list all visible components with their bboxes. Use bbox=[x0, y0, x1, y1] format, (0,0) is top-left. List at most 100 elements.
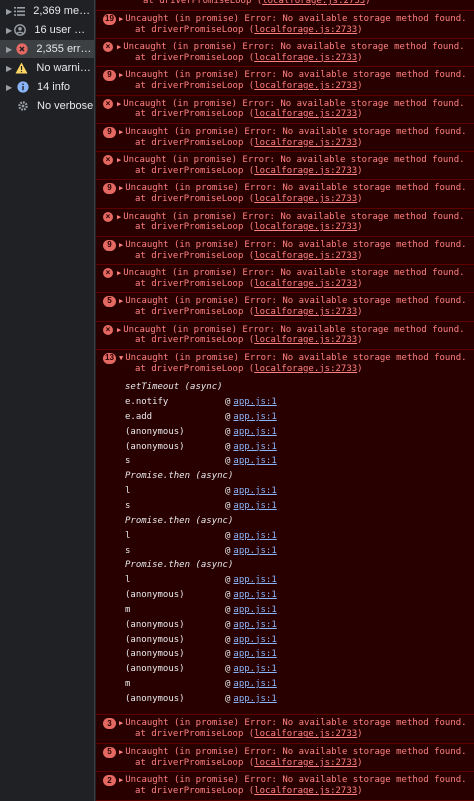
error-icon: × bbox=[103, 42, 113, 52]
frame-source-link[interactable]: app.js:1 bbox=[233, 442, 276, 453]
expand-triangle-icon[interactable]: ▶ bbox=[119, 747, 123, 758]
console-sidebar: ▶2,369 messa…▶16 user mes…▶2,355 errors▶… bbox=[0, 0, 95, 801]
expand-arrow-icon[interactable]: ▶ bbox=[6, 45, 16, 54]
function-name: s bbox=[125, 500, 131, 511]
frame-source-link[interactable]: app.js:1 bbox=[233, 456, 276, 467]
expand-triangle-icon[interactable]: ▶ bbox=[117, 325, 121, 336]
stack-frame: l @ app.js:1 bbox=[125, 573, 470, 588]
source-link[interactable]: localforage.js:2733 bbox=[254, 222, 357, 232]
stack-location-text: at driverPromiseLoop ( bbox=[135, 137, 255, 148]
source-link[interactable]: localforage.js:2733 bbox=[254, 729, 357, 739]
stack-frame: l @ app.js:1 bbox=[125, 484, 470, 499]
expand-triangle-icon[interactable]: ▶ bbox=[117, 268, 121, 279]
repeat-count-badge: 9 bbox=[103, 183, 116, 194]
sidebar-item[interactable]: ▶ 2,355 errors bbox=[0, 40, 94, 58]
frame-source-link[interactable]: app.js:1 bbox=[233, 575, 276, 586]
source-link[interactable]: localforage.js:2733 bbox=[254, 138, 357, 148]
frame-source-link[interactable]: app.js:1 bbox=[233, 694, 276, 705]
source-link[interactable]: localforage.js:2733 bbox=[254, 81, 357, 91]
frame-source-link[interactable]: app.js:1 bbox=[233, 531, 276, 542]
frame-source-link[interactable]: app.js:1 bbox=[233, 486, 276, 497]
expand-arrow-icon[interactable]: ▶ bbox=[6, 83, 16, 92]
stack-suffix: ) bbox=[357, 757, 363, 768]
expand-arrow-icon[interactable]: ▶ bbox=[6, 26, 14, 35]
expand-triangle-icon[interactable]: ▶ bbox=[117, 99, 121, 110]
sidebar-item[interactable]: No verbose bbox=[0, 97, 94, 115]
expand-arrow-icon[interactable]: ▶ bbox=[6, 64, 15, 73]
source-link[interactable]: localforage.js:2733 bbox=[254, 166, 357, 176]
stack-frame: e.notify @ app.js:1 bbox=[125, 395, 470, 410]
console-error-message[interactable]: 5 ▶ Uncaught (in promise) Error: No availa… bbox=[96, 742, 474, 772]
source-link[interactable]: localforage.js:2733 bbox=[254, 364, 357, 374]
source-link[interactable]: localforage.js:2733 bbox=[254, 194, 357, 204]
expand-triangle-icon[interactable]: ▶ bbox=[119, 718, 123, 729]
source-link[interactable]: localforage.js:2733 bbox=[254, 279, 357, 289]
stack-frame: (anonymous) @ app.js:1 bbox=[125, 439, 470, 454]
error-text: Uncaught (in promise) Error: No availabl… bbox=[123, 42, 465, 52]
source-link[interactable]: localforage.js:2733 bbox=[254, 25, 357, 35]
collapse-triangle-icon[interactable]: ▼ bbox=[119, 353, 123, 364]
console-error-message[interactable]: 9 ▶ Uncaught (in promise) Error: No availa… bbox=[96, 235, 474, 264]
console-error-message[interactable]: 2▶Uncaught (in promise) Error: No availa… bbox=[96, 771, 474, 800]
frame-source-link[interactable]: app.js:1 bbox=[233, 427, 276, 438]
frame-source-link[interactable]: app.js:1 bbox=[233, 649, 276, 660]
console-error-message[interactable]: × ▶ Uncaught (in promise) Error: No availa… bbox=[96, 207, 474, 236]
console-error-message[interactable]: 9 ▶ Uncaught (in promise) Error: No availa… bbox=[96, 66, 474, 95]
source-link[interactable]: localforage.js:2733 bbox=[254, 307, 357, 317]
console-error-message[interactable]: 9 ▶ Uncaught (in promise) Error: No availa… bbox=[96, 122, 474, 151]
frame-source-link[interactable]: app.js:1 bbox=[233, 501, 276, 512]
frame-source-link[interactable]: app.js:1 bbox=[233, 605, 276, 616]
sidebar-item[interactable]: ▶ 14 info bbox=[0, 78, 94, 96]
expand-triangle-icon[interactable]: ▶ bbox=[117, 155, 121, 166]
console-error-message[interactable]: 9 ▶ Uncaught (in promise) Error: No availa… bbox=[96, 179, 474, 208]
expand-arrow-icon[interactable]: ▶ bbox=[6, 7, 14, 16]
repeat-count-badge: 2 bbox=[103, 775, 116, 787]
frame-source-link[interactable]: app.js:1 bbox=[233, 635, 276, 646]
expand-triangle-icon[interactable]: ▶ bbox=[119, 127, 123, 138]
frame-source-link[interactable]: app.js:1 bbox=[233, 620, 276, 631]
expand-triangle-icon[interactable]: ▶ bbox=[117, 212, 121, 223]
expand-triangle-icon[interactable]: ▶ bbox=[119, 240, 123, 251]
async-boundary: setTimeout (async) bbox=[125, 382, 223, 393]
error-text: Uncaught (in promise) Error: No availabl… bbox=[125, 239, 467, 250]
source-link[interactable]: localforage.js:2733 bbox=[254, 53, 357, 63]
console-error-message[interactable]: 5 ▶ Uncaught (in promise) Error: No availa… bbox=[96, 292, 474, 321]
expand-triangle-icon[interactable]: ▶ bbox=[119, 14, 123, 25]
expand-triangle-icon[interactable]: ▶ bbox=[119, 296, 123, 307]
console-error-message[interactable]: 3 ▶ Uncaught (in promise) Error: No availa… bbox=[96, 714, 474, 743]
stack-suffix: ) bbox=[357, 335, 363, 345]
expand-triangle-icon[interactable]: ▶ bbox=[119, 775, 123, 786]
frame-source-link[interactable]: app.js:1 bbox=[233, 679, 276, 690]
frame-source-link[interactable]: app.js:1 bbox=[233, 397, 276, 408]
source-link[interactable]: localforage.js:2733 bbox=[254, 251, 357, 261]
console-error-message[interactable]: 19 ▶ Uncaught (in promise) Error: No avail… bbox=[96, 9, 474, 38]
source-link[interactable]: localforage.js:2733 bbox=[254, 335, 357, 345]
source-link[interactable]: localforage.js:2733 bbox=[254, 109, 357, 119]
source-link[interactable]: localforage.js:2733 bbox=[254, 786, 357, 796]
source-link[interactable]: localforage.js:2733 bbox=[254, 758, 357, 768]
repeat-count-badge: 9 bbox=[103, 239, 116, 251]
console-error-message[interactable]: × ▶ Uncaught (in promise) Error: No availa… bbox=[96, 320, 474, 349]
console-error-message[interactable]: × ▶ Uncaught (in promise) Error: No availa… bbox=[96, 151, 474, 179]
frame-source-link[interactable]: app.js:1 bbox=[233, 546, 276, 557]
expand-triangle-icon[interactable]: ▶ bbox=[119, 70, 123, 81]
console-error-message[interactable]: × ▶ Uncaught (in promise) Error: No availa… bbox=[96, 94, 474, 123]
sidebar-item[interactable]: ▶ 16 user mes… bbox=[0, 21, 94, 39]
expand-triangle-icon[interactable]: ▶ bbox=[119, 183, 123, 194]
sidebar-item[interactable]: ▶ No warnings bbox=[0, 59, 94, 77]
expand-triangle-icon[interactable]: ▶ bbox=[117, 42, 121, 53]
sidebar-item[interactable]: ▶ 2,369 messa… bbox=[0, 2, 94, 20]
console-error-message[interactable]: × ▶ Uncaught (in promise) Error: No availa… bbox=[96, 38, 474, 66]
frame-source-link[interactable]: app.js:1 bbox=[233, 590, 276, 601]
console-error-message[interactable]: × ▶ Uncaught (in promise) Error: No availa… bbox=[96, 264, 474, 292]
sidebar-item-label: 16 user mes… bbox=[34, 24, 94, 36]
repeat-count-badge: 5 bbox=[103, 746, 116, 758]
error-text: Uncaught (in promise) Error: No availabl… bbox=[125, 70, 467, 80]
console-error-message[interactable]: at driverPromiseLoop (localforage.js:273… bbox=[96, 0, 474, 10]
frame-source-link[interactable]: app.js:1 bbox=[233, 664, 276, 675]
source-link[interactable]: localforage.js:2733 bbox=[262, 0, 365, 6]
frame-source-link[interactable]: app.js:1 bbox=[233, 412, 276, 423]
error-text: Uncaught (in promise) Error: No availabl… bbox=[125, 352, 467, 363]
function-name: (anonymous) bbox=[125, 649, 185, 660]
console-error-message-expanded[interactable]: 13 ▼ Uncaught (in promise) Error: No avail… bbox=[96, 348, 474, 715]
